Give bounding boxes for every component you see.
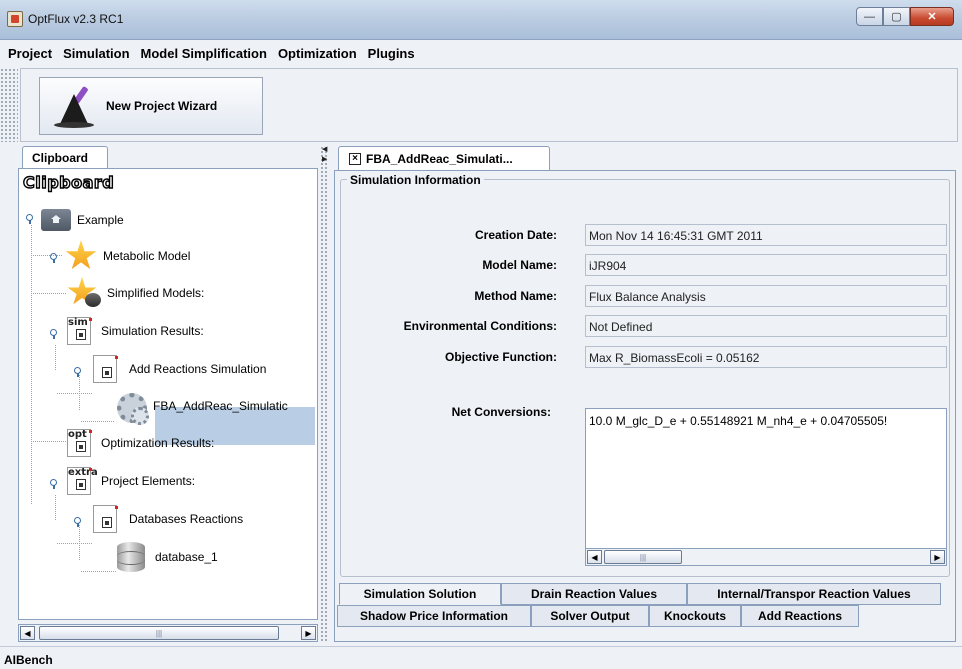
label-method-name: Method Name: <box>474 289 557 303</box>
clipboard-panel: Clipboard Clipboard Example Metabolic Mo… <box>18 146 320 642</box>
scroll-right-button[interactable]: ▶ <box>930 550 945 564</box>
tab-simulation-solution[interactable]: Simulation Solution <box>339 583 501 605</box>
document-panel: × FBA_AddReac_Simulati... Simulation Inf… <box>334 146 956 642</box>
toggle-add-reactions-simulation[interactable] <box>73 367 82 377</box>
tree-node-simplified-models[interactable]: Simplified Models: <box>67 275 204 311</box>
label-objective-function: Objective Function: <box>444 350 557 364</box>
window-title: OptFlux v2.3 RC1 <box>28 12 124 26</box>
split-left-arrow-icon[interactable]: ◀ <box>322 145 327 153</box>
label-environmental-conditions: Environmental Conditions: <box>403 319 557 333</box>
tree-node-add-reactions-simulation[interactable]: Add Reactions Simulation <box>93 351 266 387</box>
simulation-document-icon: sim <box>67 317 95 345</box>
tab-solver-output[interactable]: Solver Output <box>531 605 649 627</box>
clipboard-title: Clipboard <box>22 172 115 192</box>
wizard-hat-icon <box>52 84 96 128</box>
label-net-conversions: Net Conversions: <box>451 405 551 419</box>
toggle-project-elements[interactable] <box>49 479 58 489</box>
net-conversions-scrollbar[interactable]: ◀ ||| ▶ <box>586 548 946 565</box>
status-text: AIBench <box>4 653 53 667</box>
tab-add-reactions[interactable]: Add Reactions <box>741 605 859 627</box>
tab-internal-transport-reaction-values[interactable]: Internal/Transpor Reaction Values <box>687 583 941 605</box>
tab-fba-addreac-simulation[interactable]: × FBA_AddReac_Simulati... <box>338 146 550 170</box>
field-method-name[interactable]: Flux Balance Analysis <box>585 285 947 307</box>
star-icon <box>65 240 97 270</box>
document-icon <box>93 505 121 533</box>
window-controls: — ▢ ✕ <box>856 7 954 26</box>
maximize-button[interactable]: ▢ <box>883 7 910 26</box>
field-creation-date[interactable]: Mon Nov 14 16:45:31 GMT 2011 <box>585 224 947 246</box>
net-conversions-text: 10.0 M_glc_D_e + 0.55148921 M_nh4_e + 0.… <box>589 414 888 428</box>
result-tabs: Simulation Solution Drain Reaction Value… <box>335 579 957 643</box>
scroll-left-button[interactable]: ◀ <box>587 550 602 564</box>
toggle-example[interactable] <box>25 214 34 224</box>
menu-bar: Project Simulation Model Simplification … <box>0 40 962 66</box>
net-conversions-area[interactable]: 10.0 M_glc_D_e + 0.55148921 M_nh4_e + 0.… <box>585 408 947 566</box>
toggle-metabolic-model[interactable] <box>49 253 58 263</box>
document-icon <box>93 355 121 383</box>
menu-simulation[interactable]: Simulation <box>63 46 129 61</box>
tab-drain-reaction-values[interactable]: Drain Reaction Values <box>501 583 687 605</box>
tree-node-database-1[interactable]: database_1 <box>117 539 218 575</box>
tree-node-project-elements[interactable]: extra Project Elements: <box>67 463 195 499</box>
extra-document-icon: extra <box>67 467 98 495</box>
menu-project[interactable]: Project <box>8 46 52 61</box>
field-model-name[interactable]: iJR904 <box>585 254 947 276</box>
gears-icon <box>115 391 149 425</box>
menu-plugins[interactable]: Plugins <box>368 46 415 61</box>
star-database-icon <box>67 277 101 309</box>
folder-home-icon <box>41 209 71 231</box>
tree-horizontal-scrollbar[interactable]: ◀ ||| ▶ <box>18 624 318 642</box>
clipboard-tree: Clipboard Example Metabolic Model Simpli… <box>18 168 318 620</box>
scroll-thumb[interactable]: ||| <box>604 550 682 564</box>
document-body: Simulation Information Creation Date: Mo… <box>334 170 956 642</box>
java-app-icon <box>7 11 23 27</box>
new-project-wizard-button[interactable]: New Project Wizard <box>39 77 263 135</box>
scroll-left-button[interactable]: ◀ <box>20 626 35 640</box>
wizard-button-label: New Project Wizard <box>106 99 218 113</box>
toggle-simulation-results[interactable] <box>49 329 58 339</box>
scroll-right-button[interactable]: ▶ <box>301 626 316 640</box>
tab-shadow-price-information[interactable]: Shadow Price Information <box>337 605 531 627</box>
minimize-button[interactable]: — <box>856 7 883 26</box>
panel-splitter[interactable] <box>320 146 329 642</box>
optimization-document-icon: opt <box>67 429 95 457</box>
label-creation-date: Creation Date: <box>474 228 557 242</box>
close-tab-icon[interactable]: × <box>349 152 361 165</box>
scroll-thumb[interactable]: ||| <box>39 626 279 640</box>
toolbar: New Project Wizard <box>20 68 958 142</box>
database-icon <box>117 540 145 574</box>
tree-node-simulation-results[interactable]: sim Simulation Results: <box>67 313 204 349</box>
toolbar-grip[interactable] <box>0 68 18 142</box>
tree-node-fba-item[interactable]: FBA_AddReac_Simulatic <box>115 388 288 425</box>
tree-node-metabolic-model[interactable]: Metabolic Model <box>65 238 190 274</box>
field-objective-function[interactable]: Max R_BiomassEcoli = 0.05162 <box>585 346 947 368</box>
tree-node-example[interactable]: Example <box>41 202 124 238</box>
status-bar: AIBench <box>0 646 962 669</box>
split-right-arrow-icon[interactable]: ▶ <box>322 155 327 163</box>
menu-model-simplification[interactable]: Model Simplification <box>141 46 267 61</box>
toggle-databases-reactions[interactable] <box>73 517 82 527</box>
close-button[interactable]: ✕ <box>910 7 954 26</box>
tab-knockouts[interactable]: Knockouts <box>649 605 741 627</box>
group-title: Simulation Information <box>347 173 484 187</box>
label-model-name: Model Name: <box>482 258 557 272</box>
tree-node-databases-reactions[interactable]: Databases Reactions <box>93 501 243 537</box>
simulation-information-group: Simulation Information Creation Date: Mo… <box>340 173 950 577</box>
title-bar: OptFlux v2.3 RC1 — ▢ ✕ <box>0 0 962 40</box>
tab-clipboard[interactable]: Clipboard <box>22 146 108 168</box>
menu-optimization[interactable]: Optimization <box>278 46 357 61</box>
doc-tab-label: FBA_AddReac_Simulati... <box>366 151 513 166</box>
field-environmental-conditions[interactable]: Not Defined <box>585 315 947 337</box>
tree-node-optimization-results[interactable]: opt Optimization Results: <box>67 425 214 461</box>
